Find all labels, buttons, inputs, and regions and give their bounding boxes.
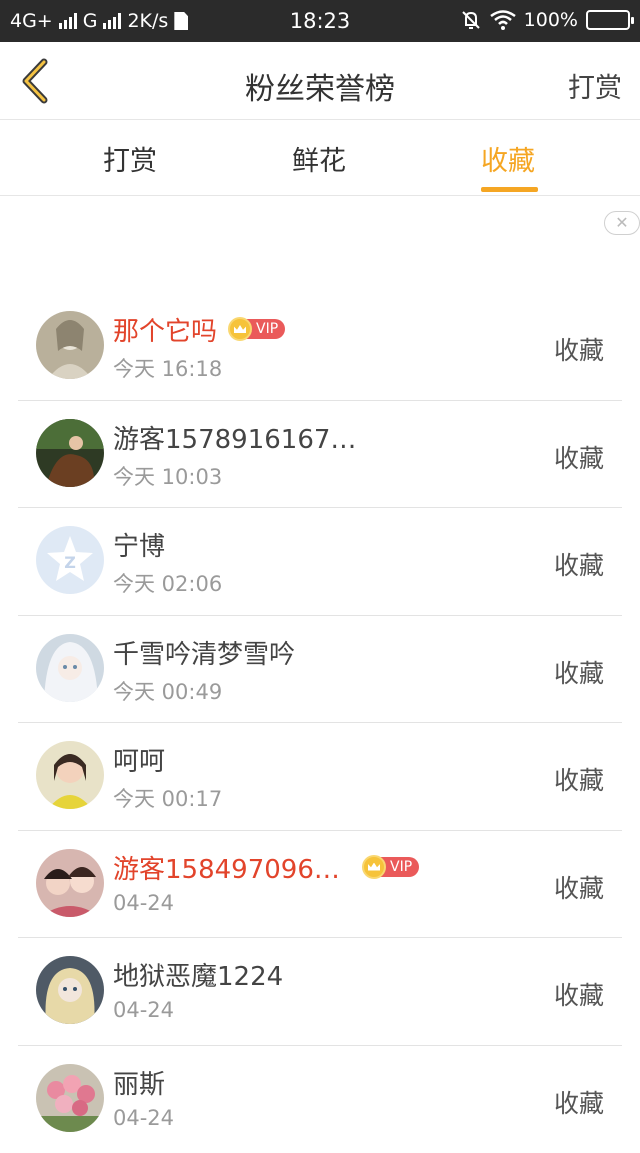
user-name: 那个它吗 xyxy=(113,311,217,348)
avatar[interactable] xyxy=(36,311,104,379)
user-name: 游客1578916167… xyxy=(113,419,356,456)
avatar[interactable] xyxy=(36,849,104,917)
avatar[interactable]: Z xyxy=(36,526,104,594)
user-name: 呵呵 xyxy=(113,741,165,778)
close-ad-button[interactable]: ✕ xyxy=(604,211,640,235)
user-name: 丽斯 xyxy=(113,1064,165,1101)
crown-icon xyxy=(228,317,252,341)
mute-bell-icon xyxy=(460,9,482,31)
tab-bar: 打赏 鲜花 收藏 xyxy=(0,121,640,196)
timestamp: 今天 00:49 xyxy=(113,676,222,706)
user-name: 地狱恶魔1224 xyxy=(113,956,283,993)
avatar[interactable] xyxy=(36,1064,104,1132)
battery-icon xyxy=(586,10,630,30)
fan-list: 那个它吗 VIP 今天 16:18 收藏 游客1578916167… 今天 10… xyxy=(18,293,622,1153)
list-item[interactable]: 游客158497096… VIP 04-24 收藏 xyxy=(18,831,622,939)
avatar[interactable] xyxy=(36,956,104,1024)
vip-badge: VIP xyxy=(228,317,285,341)
timestamp: 04-24 xyxy=(113,1106,174,1130)
timestamp: 今天 02:06 xyxy=(113,568,222,598)
list-item[interactable]: 丽斯 04-24 收藏 xyxy=(18,1046,622,1153)
tab-favorites[interactable]: 收藏 xyxy=(481,139,535,178)
avatar[interactable] xyxy=(36,419,104,487)
user-name: 游客158497096… xyxy=(113,849,340,886)
action-label: 收藏 xyxy=(554,331,604,367)
tab-flowers[interactable]: 鲜花 xyxy=(292,139,346,178)
avatar[interactable] xyxy=(36,741,104,809)
action-label: 收藏 xyxy=(554,546,604,582)
timestamp: 04-24 xyxy=(113,891,174,915)
wifi-icon xyxy=(490,10,516,30)
action-label: 收藏 xyxy=(554,654,604,690)
page-title: 粉丝荣誉榜 xyxy=(0,64,640,108)
vip-badge: VIP xyxy=(362,855,419,879)
svg-text:Z: Z xyxy=(64,553,76,572)
status-bar: 4G+ G 2K/s 18:23 100% xyxy=(0,0,640,42)
header: 粉丝荣誉榜 打赏 xyxy=(0,42,640,120)
crown-icon xyxy=(362,855,386,879)
timestamp: 今天 16:18 xyxy=(113,353,222,383)
list-item[interactable]: 游客1578916167… 今天 10:03 收藏 xyxy=(18,401,622,509)
avatar[interactable] xyxy=(36,634,104,702)
user-name: 千雪吟清梦雪吟 xyxy=(113,634,295,671)
list-item[interactable]: 千雪吟清梦雪吟 今天 00:49 收藏 xyxy=(18,616,622,724)
action-label: 收藏 xyxy=(554,439,604,475)
status-right: 100% xyxy=(460,9,630,31)
action-label: 收藏 xyxy=(554,761,604,797)
timestamp: 04-24 xyxy=(113,998,174,1022)
timestamp: 今天 00:17 xyxy=(113,783,222,813)
user-name: 宁博 xyxy=(113,526,165,563)
list-item[interactable]: 呵呵 今天 00:17 收藏 xyxy=(18,723,622,831)
action-label: 收藏 xyxy=(554,1084,604,1120)
tab-reward[interactable]: 打赏 xyxy=(103,139,157,178)
action-label: 收藏 xyxy=(554,869,604,905)
battery-percent: 100% xyxy=(524,9,578,31)
reward-button[interactable]: 打赏 xyxy=(568,66,622,105)
list-item[interactable]: 地狱恶魔1224 04-24 收藏 xyxy=(18,938,622,1046)
timestamp: 今天 10:03 xyxy=(113,461,222,491)
list-item[interactable]: Z 宁博 今天 02:06 收藏 xyxy=(18,508,622,616)
list-item[interactable]: 那个它吗 VIP 今天 16:18 收藏 xyxy=(18,293,622,401)
action-label: 收藏 xyxy=(554,976,604,1012)
active-tab-indicator xyxy=(481,187,538,192)
